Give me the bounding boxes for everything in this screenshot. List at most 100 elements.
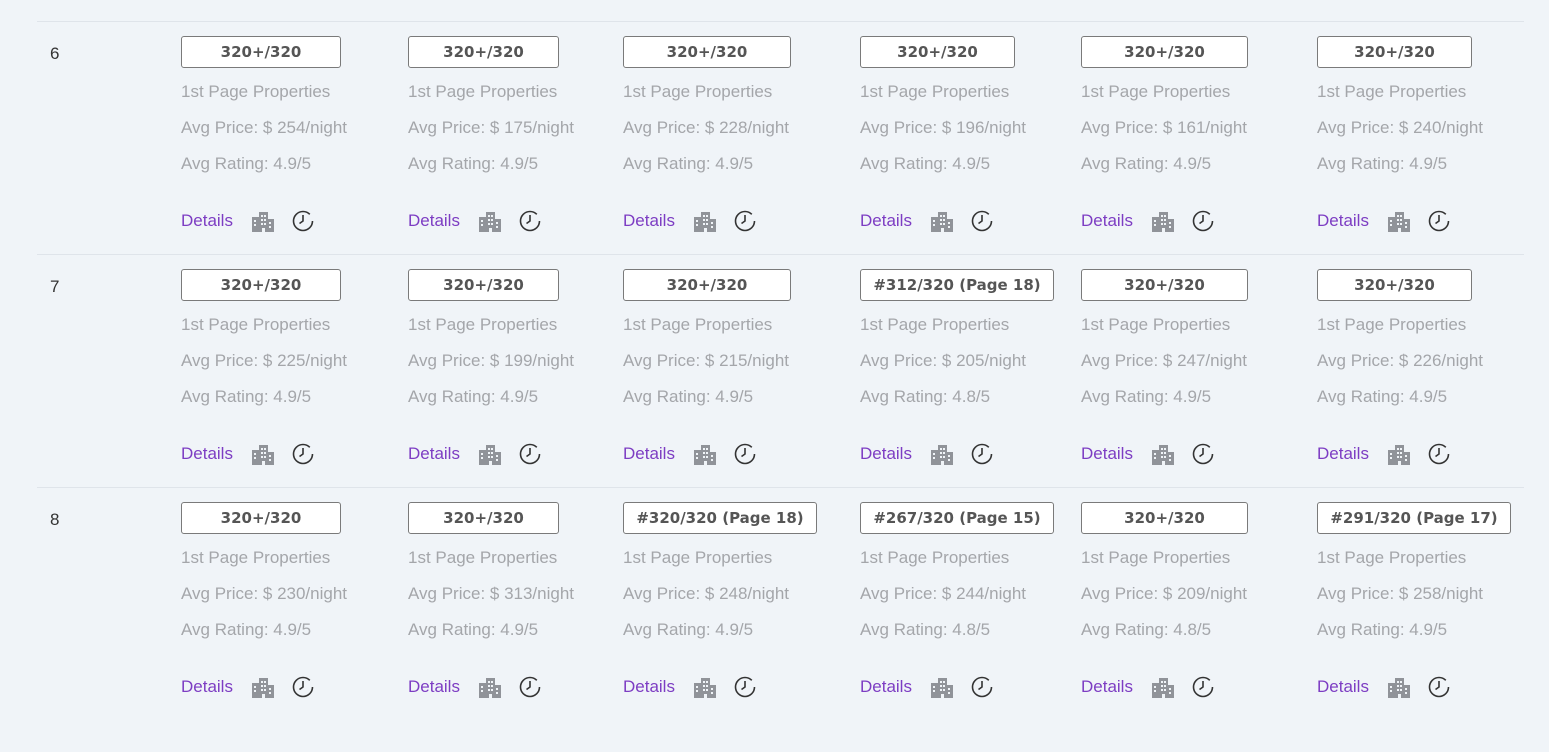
clock-history-icon[interactable] bbox=[1192, 210, 1214, 232]
details-link[interactable]: Details bbox=[1317, 211, 1369, 231]
building-icon[interactable] bbox=[930, 443, 954, 465]
avg-rating: Avg Rating: 4.9/5 bbox=[1317, 154, 1448, 173]
avg-price: Avg Price: $ 205/night bbox=[860, 351, 1027, 370]
first-page-label: 1st Page Properties bbox=[860, 548, 1010, 567]
avg-price: Avg Price: $ 230/night bbox=[181, 584, 348, 603]
avg-price: Avg Price: $ 196/night bbox=[860, 118, 1027, 137]
rank-badge: 320+/320 bbox=[623, 269, 791, 301]
avg-rating: Avg Rating: 4.9/5 bbox=[623, 387, 754, 406]
clock-history-icon[interactable] bbox=[1192, 443, 1214, 465]
rank-badge: 320+/320 bbox=[1317, 36, 1472, 68]
cell-actions: Details bbox=[1317, 210, 1450, 232]
clock-history-icon[interactable] bbox=[1192, 676, 1214, 698]
rank-cell: 320+/320 1st Page Properties Avg Price: … bbox=[1081, 502, 1248, 698]
cell-actions: Details bbox=[1081, 210, 1214, 232]
rank-badge: 320+/320 bbox=[623, 36, 791, 68]
avg-rating: Avg Rating: 4.9/5 bbox=[1317, 387, 1448, 406]
clock-history-icon[interactable] bbox=[292, 210, 314, 232]
rank-badge: 320+/320 bbox=[408, 269, 559, 301]
avg-price: Avg Price: $ 161/night bbox=[1081, 118, 1248, 137]
details-link[interactable]: Details bbox=[1081, 677, 1133, 697]
building-icon[interactable] bbox=[693, 210, 717, 232]
first-page-label: 1st Page Properties bbox=[181, 82, 331, 101]
clock-history-icon[interactable] bbox=[519, 443, 541, 465]
first-page-label: 1st Page Properties bbox=[181, 315, 331, 334]
details-link[interactable]: Details bbox=[1081, 444, 1133, 464]
rank-badge: 320+/320 bbox=[860, 36, 1015, 68]
details-link[interactable]: Details bbox=[1317, 677, 1369, 697]
cell-actions: Details bbox=[623, 676, 756, 698]
details-link[interactable]: Details bbox=[1081, 211, 1133, 231]
rank-badge: #312/320 (Page 18) bbox=[860, 269, 1054, 301]
building-icon[interactable] bbox=[930, 210, 954, 232]
avg-rating: Avg Rating: 4.9/5 bbox=[181, 387, 312, 406]
avg-rating: Avg Rating: 4.8/5 bbox=[860, 620, 991, 639]
clock-history-icon[interactable] bbox=[1428, 676, 1450, 698]
building-icon[interactable] bbox=[1151, 676, 1175, 698]
rank-cell: 320+/320 1st Page Properties Avg Price: … bbox=[181, 36, 347, 232]
avg-price: Avg Price: $ 225/night bbox=[181, 351, 348, 370]
details-link[interactable]: Details bbox=[181, 444, 233, 464]
clock-history-icon[interactable] bbox=[1428, 443, 1450, 465]
building-icon[interactable] bbox=[251, 676, 275, 698]
details-link[interactable]: Details bbox=[1317, 444, 1369, 464]
clock-history-icon[interactable] bbox=[519, 676, 541, 698]
building-icon[interactable] bbox=[1387, 676, 1411, 698]
clock-history-icon[interactable] bbox=[292, 676, 314, 698]
details-link[interactable]: Details bbox=[181, 211, 233, 231]
details-link[interactable]: Details bbox=[408, 677, 460, 697]
building-icon[interactable] bbox=[478, 210, 502, 232]
first-page-label: 1st Page Properties bbox=[1081, 82, 1231, 101]
clock-history-icon[interactable] bbox=[734, 210, 756, 232]
avg-price: Avg Price: $ 215/night bbox=[623, 351, 790, 370]
building-icon[interactable] bbox=[693, 676, 717, 698]
cell-actions: Details bbox=[408, 210, 541, 232]
clock-history-icon[interactable] bbox=[1428, 210, 1450, 232]
details-link[interactable]: Details bbox=[181, 677, 233, 697]
avg-rating: Avg Rating: 4.9/5 bbox=[408, 154, 539, 173]
rank-cell: 320+/320 1st Page Properties Avg Price: … bbox=[623, 36, 791, 232]
details-link[interactable]: Details bbox=[408, 211, 460, 231]
avg-price: Avg Price: $ 228/night bbox=[623, 118, 790, 137]
details-link[interactable]: Details bbox=[623, 677, 675, 697]
avg-rating: Avg Rating: 4.8/5 bbox=[860, 387, 991, 406]
avg-rating: Avg Rating: 4.9/5 bbox=[1317, 620, 1448, 639]
details-link[interactable]: Details bbox=[860, 211, 912, 231]
rank-cell: 320+/320 1st Page Properties Avg Price: … bbox=[408, 269, 574, 465]
building-icon[interactable] bbox=[930, 676, 954, 698]
table-row: 6 320+/320 1st Page Properties Avg Price… bbox=[37, 21, 1524, 254]
building-icon[interactable] bbox=[1151, 443, 1175, 465]
details-link[interactable]: Details bbox=[860, 677, 912, 697]
rank-badge: 320+/320 bbox=[1081, 269, 1248, 301]
clock-history-icon[interactable] bbox=[519, 210, 541, 232]
building-icon[interactable] bbox=[1387, 443, 1411, 465]
clock-history-icon[interactable] bbox=[292, 443, 314, 465]
building-icon[interactable] bbox=[1151, 210, 1175, 232]
details-link[interactable]: Details bbox=[408, 444, 460, 464]
details-link[interactable]: Details bbox=[623, 211, 675, 231]
row-number: 7 bbox=[50, 277, 60, 296]
building-icon[interactable] bbox=[693, 443, 717, 465]
first-page-label: 1st Page Properties bbox=[1317, 82, 1467, 101]
avg-rating: Avg Rating: 4.9/5 bbox=[181, 154, 312, 173]
rank-badge: #320/320 (Page 18) bbox=[623, 502, 817, 534]
clock-history-icon[interactable] bbox=[971, 443, 993, 465]
row-number: 6 bbox=[50, 44, 60, 63]
avg-price: Avg Price: $ 175/night bbox=[408, 118, 575, 137]
building-icon[interactable] bbox=[1387, 210, 1411, 232]
rank-badge: 320+/320 bbox=[1081, 502, 1248, 534]
details-link[interactable]: Details bbox=[860, 444, 912, 464]
clock-history-icon[interactable] bbox=[971, 676, 993, 698]
rank-cell: 320+/320 1st Page Properties Avg Price: … bbox=[408, 502, 574, 698]
building-icon[interactable] bbox=[251, 443, 275, 465]
building-icon[interactable] bbox=[251, 210, 275, 232]
details-link[interactable]: Details bbox=[623, 444, 675, 464]
building-icon[interactable] bbox=[478, 443, 502, 465]
clock-history-icon[interactable] bbox=[734, 443, 756, 465]
clock-history-icon[interactable] bbox=[971, 210, 993, 232]
first-page-label: 1st Page Properties bbox=[623, 315, 773, 334]
cell-actions: Details bbox=[1317, 443, 1450, 465]
building-icon[interactable] bbox=[478, 676, 502, 698]
clock-history-icon[interactable] bbox=[734, 676, 756, 698]
avg-price: Avg Price: $ 240/night bbox=[1317, 118, 1484, 137]
